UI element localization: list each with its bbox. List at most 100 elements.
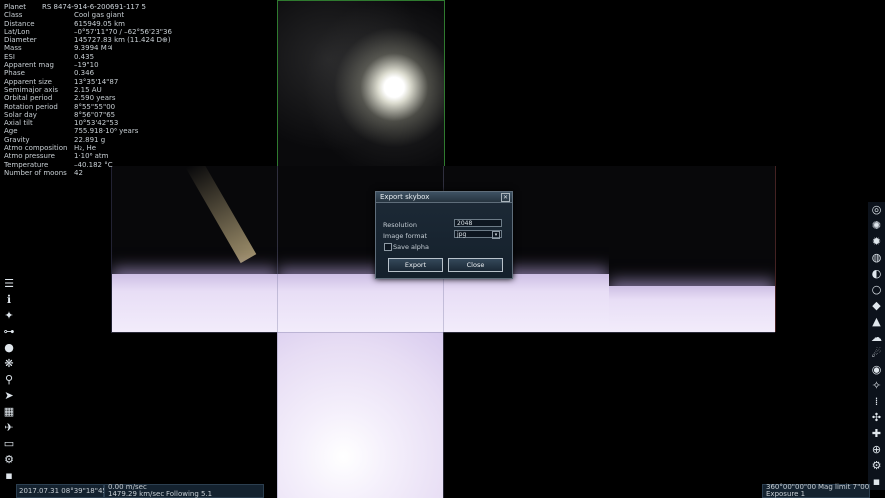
info-row: Rotation period 8°55"55"00 (4, 103, 172, 111)
galaxy-icon[interactable]: ❋ (3, 357, 16, 370)
info-key: Distance (4, 19, 35, 28)
speed-text-2: 1479.29 km/sec (108, 490, 165, 498)
info-value: 22.891 g (74, 135, 106, 144)
compass-icon[interactable]: ✚ (870, 427, 883, 440)
info-key: Temperature (4, 160, 49, 169)
info-key: Rotation period (4, 102, 58, 111)
image-format-value: jpg (457, 231, 467, 238)
info-row: Number of moons 42 (4, 169, 172, 177)
skybox-back-face (609, 166, 776, 332)
info-value: 9.3994 M♃ (74, 44, 114, 53)
image-format-label: Image format (383, 232, 428, 240)
info-key: Orbital period (4, 94, 53, 103)
save-alpha-label: Save alpha (393, 243, 430, 251)
planet-ring-icon[interactable]: ◍ (870, 251, 883, 264)
info-row: Apparent mag –19"10 (4, 61, 172, 69)
ship-icon[interactable]: ➤ (3, 389, 16, 402)
info-value: 13°35'14"87 (74, 77, 119, 86)
image-format-select[interactable]: jpg ▾ (454, 230, 502, 239)
skybox-bottom-face (277, 332, 443, 498)
exposure-text: Exposure 1 (766, 490, 806, 498)
resolution-label: Resolution (383, 221, 417, 229)
info-value: –0°57'11"70 / –62°56'23"36 (74, 27, 172, 36)
cloud-icon[interactable]: ☁ (870, 331, 883, 344)
save-alpha-checkbox[interactable] (384, 243, 392, 251)
grid-dots-icon[interactable]: ⁞ (870, 395, 883, 408)
info-value: 0.346 (74, 69, 95, 78)
nebula-icon[interactable]: ✺ (870, 219, 883, 232)
dialog-title: Export skybox (380, 193, 430, 201)
asteroid-icon[interactable]: ◆ (870, 299, 883, 312)
info-value: H₂, He (74, 144, 97, 153)
info-header-value: RS 8474-914-6-200691-117 5 (41, 3, 146, 11)
info-row: Lat/Lon –0°57'11"70 / –62°56'23"36 (4, 28, 172, 36)
info-key: Mass (4, 44, 22, 53)
info-row: Distance 615949.05 km (4, 20, 172, 28)
planets-icon[interactable]: ● (3, 341, 16, 354)
export-button[interactable]: Export (388, 258, 443, 272)
info-value: 145727.83 km (11.424 D⊕) (74, 36, 171, 45)
flight-icon[interactable]: ✈ (3, 421, 16, 434)
info-row: Atmo pressure 1·10⁶ atm (4, 152, 172, 160)
orbit-planet-icon[interactable]: ◐ (870, 267, 883, 280)
constellation-icon[interactable]: ✧ (870, 379, 883, 392)
network-icon[interactable]: ✣ (870, 411, 883, 424)
chevron-down-icon[interactable]: ▾ (492, 231, 500, 239)
surface-icon[interactable]: ▲ (870, 315, 883, 328)
info-row: Diameter 145727.83 km (11.424 D⊕) (4, 36, 172, 44)
search-icon[interactable]: ⚲ (3, 373, 16, 386)
dialog-close-icon[interactable]: ✕ (501, 193, 510, 202)
info-key: Axial tilt (4, 119, 33, 128)
info-value: 2.15 AU (74, 85, 102, 94)
info-key: Class (4, 11, 23, 20)
info-header-label: Planet (4, 3, 26, 11)
comet-icon[interactable]: ☄ (870, 347, 883, 360)
resolution-input[interactable]: 2048 (454, 219, 502, 227)
orbit-icon[interactable]: ⊶ (3, 325, 16, 338)
info-value: Cool gas giant (74, 11, 125, 20)
left-toolbar: ☰ ℹ ✦ ⊶ ● ❋ ⚲ ➤ ▦ ✈ ▭ ⚙ ▪ (1, 276, 17, 484)
info-row: Axial tilt 10°53'42"53 (4, 119, 172, 127)
info-key: ESI (4, 52, 15, 61)
eye-icon[interactable]: ◉ (870, 363, 883, 376)
info-value: 10°53'42"53 (74, 119, 119, 128)
star-icon[interactable]: ✹ (870, 235, 883, 248)
dialog-titlebar[interactable]: Export skybox ✕ (376, 192, 512, 203)
menu-icon[interactable]: ☰ (3, 277, 16, 290)
star-browser-icon[interactable]: ✦ (3, 309, 16, 322)
planet-horizon (112, 274, 278, 332)
info-value: 1·10⁶ atm (74, 152, 109, 161)
info-row: Semimajor axis 2.15 AU (4, 86, 172, 94)
object-info-panel: Planet RS 8474-914-6-200691-117 5 Class C… (4, 3, 172, 177)
info-row: Mass 9.3994 M♃ (4, 44, 172, 52)
settings-icon[interactable]: ⚙ (870, 459, 883, 472)
calendar-icon[interactable]: ▦ (3, 405, 16, 418)
right-toolbar: ◎ ✺ ✹ ◍ ◐ ○ ◆ ▲ ☁ ☄ ◉ ✧ ⁞ ✣ ✚ ⊕ ⚙ ▪ (868, 202, 885, 490)
info-icon[interactable]: ℹ (3, 293, 16, 306)
status-bar: 2017.07.31 08°39"18"45 0.00 m/sec 1479.2… (0, 483, 885, 498)
ring-icon[interactable]: ○ (870, 283, 883, 296)
export-skybox-dialog: Export skybox ✕ Resolution 2048 Image fo… (375, 191, 513, 279)
skybox-top-face (277, 0, 445, 168)
galaxy-map-icon[interactable]: ◎ (870, 203, 883, 216)
settings-icon[interactable]: ⚙ (3, 453, 16, 466)
info-row: Gravity 22.891 g (4, 136, 172, 144)
info-row: Orbital period 2.590 years (4, 94, 172, 102)
info-key: Atmo composition (4, 144, 68, 153)
light-streak (185, 166, 257, 264)
skybox-left-face (111, 166, 278, 332)
globe-icon[interactable]: ⊕ (870, 443, 883, 456)
info-row: ESI 0.435 (4, 53, 172, 61)
display-icon[interactable]: ▭ (3, 437, 16, 450)
info-header: Planet RS 8474-914-6-200691-117 5 (4, 3, 172, 11)
info-value: –19"10 (74, 61, 99, 70)
info-key: Solar day (4, 110, 37, 119)
info-value: 42 (74, 168, 83, 177)
info-key: Age (4, 127, 18, 136)
info-row: Apparent size 13°35'14"87 (4, 78, 172, 86)
info-row: Solar day 8°56"07"65 (4, 111, 172, 119)
info-row: Age 755.918·10⁶ years (4, 127, 172, 135)
datetime-box[interactable]: 2017.07.31 08°39"18"45 (16, 484, 107, 498)
close-button[interactable]: Close (448, 258, 503, 272)
small-gear-icon[interactable]: ▪ (3, 469, 16, 482)
